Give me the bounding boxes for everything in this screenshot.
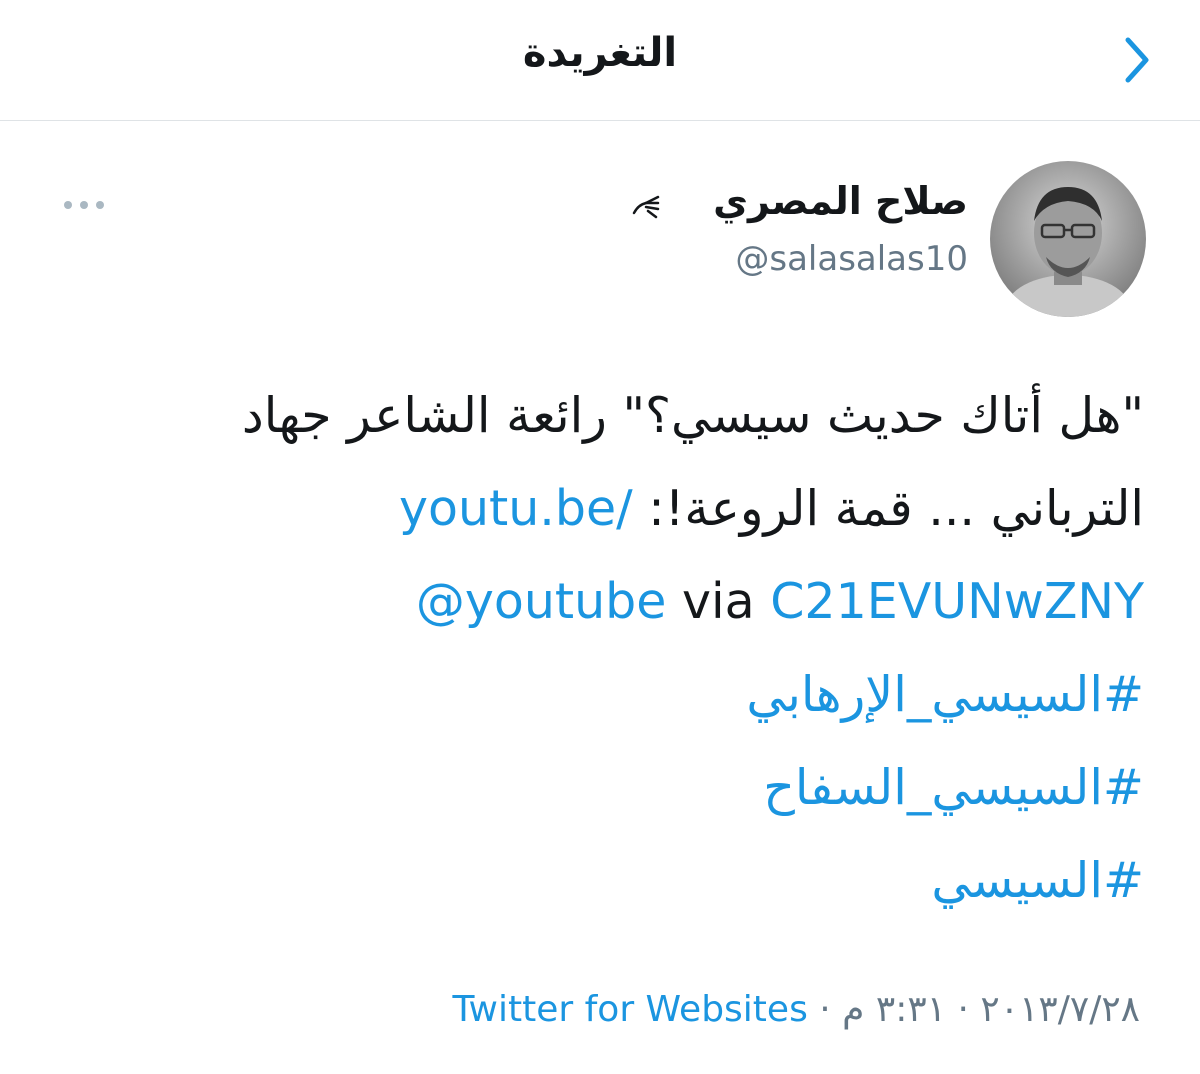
tweet-time: ٣:٣١ م [842, 989, 947, 1030]
avatar[interactable] [990, 161, 1146, 317]
tweet-link[interactable]: youtu.be/ [399, 480, 633, 537]
hashtag-link[interactable]: #السيسي_السفاح [80, 741, 1144, 834]
chevron-right-icon[interactable] [1112, 30, 1160, 90]
avatar-photo [990, 161, 1146, 317]
tweet-text-line: @youtube via C21EVUNwZNY [80, 555, 1144, 648]
hashtag-link[interactable]: #السيسي [80, 834, 1144, 927]
tweet-text-fragment: via [666, 573, 771, 630]
tweet-text-line: الترباني ... قمة الروعة!: youtu.be/ [80, 462, 1144, 555]
tweet-link[interactable]: C21EVUNwZNY [770, 573, 1144, 630]
meta-separator: · [946, 989, 981, 1030]
meta-separator: · [807, 989, 843, 1030]
tweet-text-line: "هل أتاك حديث سيسي؟" رائعة الشاعر جهاد [241, 387, 1144, 444]
tweet-detail: صلاح المصري @salasalas10 "هل أتاك حديث س… [0, 121, 1200, 1074]
page-title: التغريدة [522, 30, 678, 76]
tweet-source-link[interactable]: Twitter for Websites [453, 989, 808, 1030]
top-bar: التغريدة [0, 0, 1200, 121]
tweet-meta: ٢٠١٣/٧/٢٨ · ٣:٣١ م · Twitter for Website… [453, 989, 1140, 1030]
author-display-name[interactable]: صلاح المصري [713, 179, 968, 223]
tweet-text-fragment: الترباني ... قمة الروعة!: [632, 480, 1144, 537]
author-handle[interactable]: @salasalas10 [735, 239, 968, 279]
mention-link[interactable]: @youtube [416, 573, 667, 630]
more-dots-icon[interactable] [62, 197, 106, 213]
tweet-text: "هل أتاك حديث سيسي؟" رائعة الشاعر جهاد ا… [80, 369, 1144, 927]
hashtag-link[interactable]: #السيسي_الإرهابي [80, 648, 1144, 741]
hand-icon [632, 195, 660, 219]
tweet-date: ٢٠١٣/٧/٢٨ [980, 989, 1140, 1030]
